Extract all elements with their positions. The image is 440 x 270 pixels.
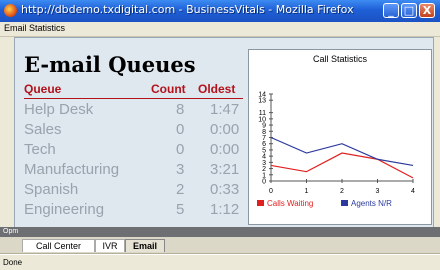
- menu-bar: Email Statistics: [0, 22, 440, 37]
- window-title: http://dbdemo.txdigital.com - BusinessVi…: [21, 3, 354, 16]
- status-strip-text: Opm: [3, 228, 19, 235]
- x-tick-label: 2: [340, 188, 344, 195]
- queue-oldest: 1:47: [210, 101, 240, 118]
- page-title: E-mail Queues: [24, 52, 196, 77]
- column-header-oldest: Oldest: [198, 82, 236, 96]
- tab-call-center[interactable]: Call Center: [22, 239, 95, 252]
- menu-item-email-statistics[interactable]: Email Statistics: [4, 23, 65, 33]
- queue-name: Manufacturing: [24, 161, 120, 178]
- queue-name: Tech: [24, 141, 56, 158]
- y-tick-label: 0: [262, 179, 266, 186]
- maximize-button[interactable]: □: [401, 3, 417, 18]
- y-tick-label: 3: [262, 160, 266, 167]
- table-row: Engineering 5 1:12: [24, 201, 243, 221]
- tab-email[interactable]: Email: [125, 239, 165, 252]
- queue-oldest: 0:00: [210, 141, 240, 158]
- tab-strip: Call Center IVR Email: [0, 237, 440, 254]
- queue-oldest: 0:00: [210, 121, 240, 138]
- y-tick-label: 9: [262, 123, 266, 130]
- y-tick-label: 1: [262, 172, 266, 179]
- queue-name: Engineering: [24, 201, 105, 218]
- series-line-calls-waiting: [270, 152, 414, 179]
- y-tick-label: 14: [258, 92, 266, 99]
- close-button[interactable]: X: [419, 3, 435, 18]
- table-row: Sales 0 0:00: [24, 121, 243, 141]
- queue-count: 5: [176, 201, 185, 218]
- x-tick-label: 3: [376, 188, 380, 195]
- queue-count: 8: [176, 101, 185, 118]
- queue-count: 0: [176, 141, 185, 158]
- call-statistics-chart: Call Statistics 0 1 2 3 4 5 6 7 8 9 10 11 13 14 0 1 2 3 4 C…: [248, 49, 432, 225]
- y-tick-label: 10: [258, 116, 266, 123]
- table-row: Help Desk 8 1:47: [24, 101, 243, 121]
- column-header-count: Count: [151, 82, 186, 96]
- x-tick-label: 1: [305, 188, 309, 195]
- legend-label: Agents N/R: [351, 199, 392, 208]
- y-tick-label: 6: [262, 141, 266, 148]
- chart-plot: 0123456789101113140 1 2 3 4Calls Waiting Agen…: [257, 92, 415, 208]
- tab-ivr[interactable]: IVR: [95, 239, 125, 252]
- y-tick-label: 8: [262, 129, 266, 136]
- queue-oldest: 3:21: [210, 161, 240, 178]
- x-tick-label: 0: [269, 188, 273, 195]
- table-row: Tech 0 0:00: [24, 141, 243, 161]
- legend-swatch: [341, 200, 348, 206]
- table-row: Manufacturing 3 3:21: [24, 161, 243, 181]
- status-text: Done: [3, 258, 23, 267]
- y-tick-label: 4: [262, 154, 266, 161]
- status-bar: Done: [0, 254, 440, 270]
- title-bar: http://dbdemo.txdigital.com - BusinessVi…: [0, 0, 440, 22]
- y-tick-label: 11: [259, 110, 266, 117]
- column-header-queue: Queue: [24, 82, 62, 96]
- queue-name: Sales: [24, 121, 62, 138]
- queue-count: 3: [176, 161, 185, 178]
- table-row: Spanish 2 0:33: [24, 181, 243, 201]
- y-tick-label: 7: [262, 135, 266, 142]
- main-content: E-mail Queues Queue Count Oldest Help De…: [14, 37, 434, 228]
- y-tick-label: 2: [262, 166, 266, 173]
- queue-name: Help Desk: [24, 101, 94, 118]
- legend-swatch: [257, 200, 264, 206]
- status-strip: Opm: [0, 227, 440, 237]
- queue-name: Spanish: [24, 181, 79, 198]
- queue-oldest: 1:12: [210, 201, 240, 218]
- legend-label: Calls Waiting: [267, 199, 313, 208]
- firefox-icon: [4, 4, 17, 17]
- minimize-button[interactable]: _: [383, 3, 399, 18]
- series-line-agents-nr: [270, 136, 414, 167]
- queue-count: 2: [176, 181, 185, 198]
- queue-oldest: 0:33: [210, 181, 240, 198]
- y-tick-label: 13: [258, 98, 266, 105]
- queue-count: 0: [176, 121, 185, 138]
- header-divider: [24, 98, 243, 99]
- x-tick-label: 4: [411, 188, 415, 195]
- y-tick-label: 5: [262, 147, 266, 154]
